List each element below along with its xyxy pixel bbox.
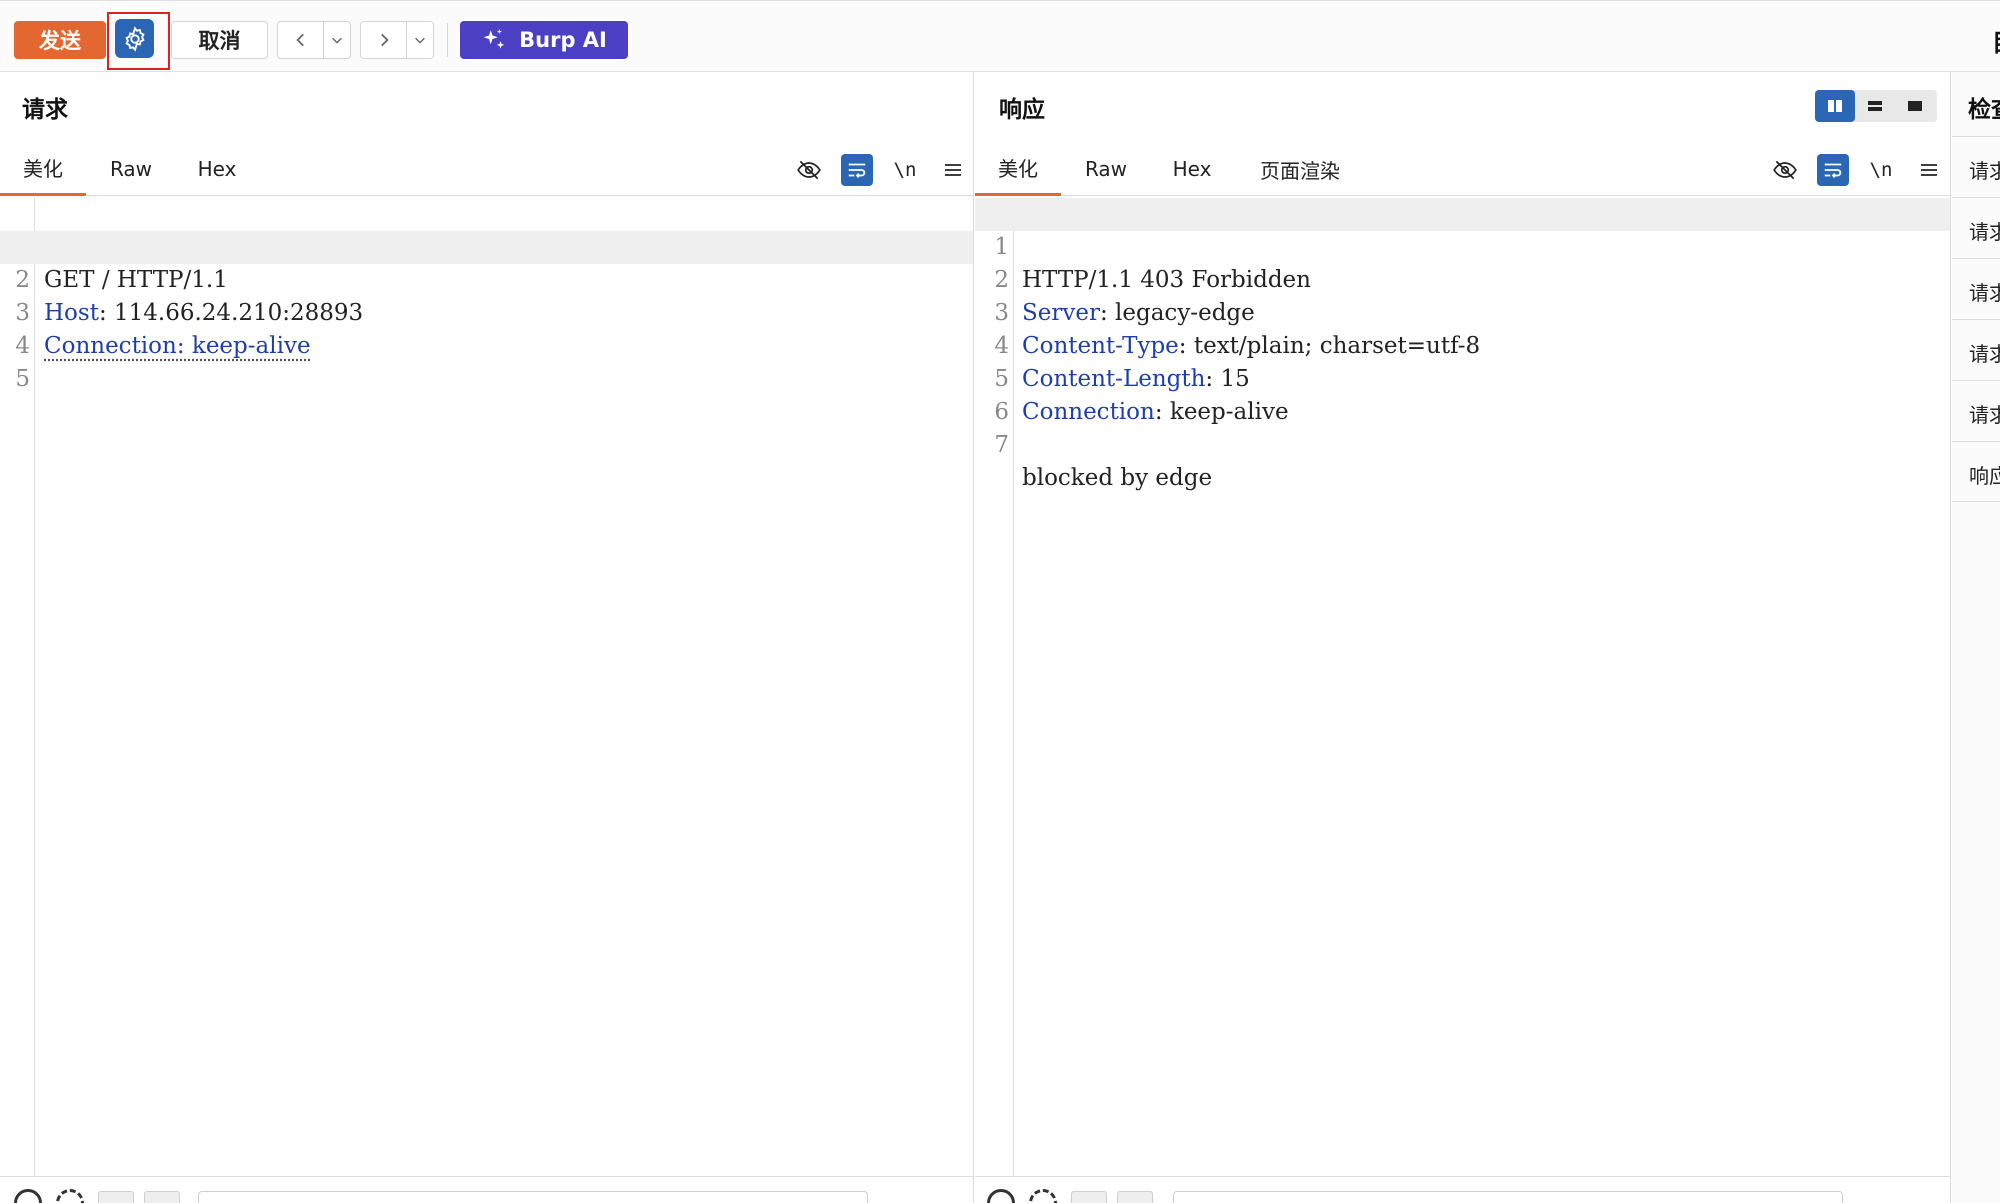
request-line: 1 GET / HTTP/1.1	[0, 198, 973, 231]
response-tab-hex[interactable]: Hex	[1159, 142, 1225, 196]
request-tab-raw[interactable]: Raw	[96, 142, 166, 196]
eye-off-icon	[796, 157, 822, 183]
next-match-button[interactable]	[1117, 1191, 1153, 1203]
editor-menu-button[interactable]	[937, 154, 969, 186]
request-search-input[interactable]	[198, 1191, 868, 1203]
search-settings-icon[interactable]	[1029, 1189, 1057, 1203]
forward-history-dropdown[interactable]	[407, 22, 433, 58]
inspector-section-request-cookies[interactable]: 请求 Cookie	[1952, 319, 2000, 380]
wrap-lines-icon	[1822, 159, 1844, 181]
previous-match-button[interactable]	[98, 1191, 134, 1203]
hamburger-icon	[943, 160, 963, 180]
editor-menu-button[interactable]	[1913, 154, 1945, 186]
chevron-down-icon	[413, 33, 427, 47]
inspector-section-query-params[interactable]: 请求查询参数	[1952, 197, 2000, 258]
search-settings-icon[interactable]	[56, 1189, 84, 1203]
response-title: 响应	[999, 90, 1045, 124]
request-editor-icons: \n	[793, 152, 969, 188]
eye-off-icon	[1772, 157, 1798, 183]
response-line: 5 Connection: keep-alive	[975, 330, 1950, 363]
response-search-input[interactable]	[1173, 1191, 1843, 1203]
response-tab-render[interactable]: 页面渲染	[1245, 142, 1355, 196]
columns-icon	[1826, 97, 1844, 115]
chevron-down-icon	[330, 33, 344, 47]
request-line: 3 Connection: keep-alive	[0, 264, 973, 297]
request-line: 2 Host: 114.66.24.210:28893	[0, 231, 973, 264]
inspector-section-request-headers[interactable]: 请求标头	[1952, 380, 2000, 441]
inspector-section-request-attributes[interactable]: 请求属性	[1952, 136, 2000, 197]
response-editor-icons: \n	[1769, 152, 1945, 188]
hamburger-icon	[1919, 160, 1939, 180]
word-wrap-toggle[interactable]	[841, 154, 873, 186]
sparkle-icon	[481, 27, 507, 53]
send-button[interactable]: 发送	[14, 21, 106, 59]
hide-nonprintable-button[interactable]	[793, 154, 825, 186]
request-tab-hex[interactable]: Hex	[184, 142, 250, 196]
request-tab-pretty[interactable]: 美化	[0, 142, 86, 196]
response-line: 4 Content-Length: 15	[975, 297, 1950, 330]
cancel-button[interactable]: 取消	[171, 21, 268, 59]
request-line: 5	[0, 330, 973, 363]
response-line: 3 Content-Type: text/plain; charset=utf-…	[975, 264, 1950, 297]
response-tab-pretty[interactable]: 美化	[975, 142, 1061, 196]
request-title: 请求	[22, 90, 68, 124]
rows-icon	[1866, 97, 1884, 115]
inspector-section-response-headers[interactable]: 响应标头	[1952, 441, 2000, 502]
next-match-button[interactable]	[144, 1191, 180, 1203]
wrap-lines-icon	[846, 159, 868, 181]
chevron-right-icon	[375, 31, 393, 49]
layout-stacked-button[interactable]	[1855, 90, 1895, 122]
inspector-section-body-params[interactable]: 请求正文参数	[1952, 258, 2000, 319]
back-history-dropdown[interactable]	[324, 22, 350, 58]
response-panel: 响应 美化 Raw Hex 页面渲染 \n 1 HTTP/1.1 403 For…	[975, 72, 1951, 1203]
request-search-bar	[0, 1176, 973, 1203]
settings-button[interactable]	[115, 19, 154, 58]
response-editor[interactable]: 1 HTTP/1.1 403 Forbidden 2 Server: legac…	[975, 198, 1950, 1176]
toolbar-right-label: 目	[1992, 23, 2000, 58]
help-icon[interactable]	[14, 1189, 42, 1203]
show-newlines-button[interactable]: \n	[889, 154, 921, 186]
previous-match-button[interactable]	[1071, 1191, 1107, 1203]
layout-single-button[interactable]	[1895, 90, 1935, 122]
request-line: 4	[0, 297, 973, 330]
burp-ai-button[interactable]: Burp AI	[460, 21, 628, 59]
gear-icon	[121, 25, 149, 53]
response-tabs: 美化 Raw Hex 页面渲染 \n	[975, 142, 1950, 196]
chevron-left-icon	[292, 31, 310, 49]
toolbar: 发送 取消 Burp AI 目	[0, 0, 2000, 72]
square-icon	[1906, 97, 1924, 115]
request-tabs: 美化 Raw Hex \n	[0, 142, 973, 196]
response-line: 6	[975, 363, 1950, 396]
response-line: 1 HTTP/1.1 403 Forbidden	[975, 198, 1950, 231]
forward-nav-group	[360, 21, 434, 59]
back-button[interactable]	[278, 22, 324, 58]
burp-ai-label: Burp AI	[519, 28, 607, 52]
inspector-panel: 检查器 请求属性 请求查询参数 请求正文参数 请求 Cookie 请求标头 响应…	[1952, 72, 2000, 1203]
forward-button[interactable]	[361, 22, 407, 58]
back-nav-group	[277, 21, 351, 59]
request-editor[interactable]: 1 GET / HTTP/1.1 2 Host: 114.66.24.210:2…	[0, 198, 973, 1176]
inspector-title: 检查器	[1968, 90, 2000, 124]
help-icon[interactable]	[987, 1189, 1015, 1203]
layout-toggle	[1815, 90, 1937, 122]
layout-side-by-side-button[interactable]	[1815, 90, 1855, 122]
toolbar-divider	[447, 23, 448, 57]
response-line: 7 blocked by edge	[975, 396, 1950, 429]
word-wrap-toggle[interactable]	[1817, 154, 1849, 186]
show-newlines-button[interactable]: \n	[1865, 154, 1897, 186]
hide-nonprintable-button[interactable]	[1769, 154, 1801, 186]
response-search-bar	[975, 1176, 1950, 1203]
response-tab-raw[interactable]: Raw	[1071, 142, 1141, 196]
request-panel: 请求 美化 Raw Hex \n GET / HTTP/1.1 2 Host: …	[0, 72, 974, 1203]
response-line: 2 Server: legacy-edge	[975, 231, 1950, 264]
